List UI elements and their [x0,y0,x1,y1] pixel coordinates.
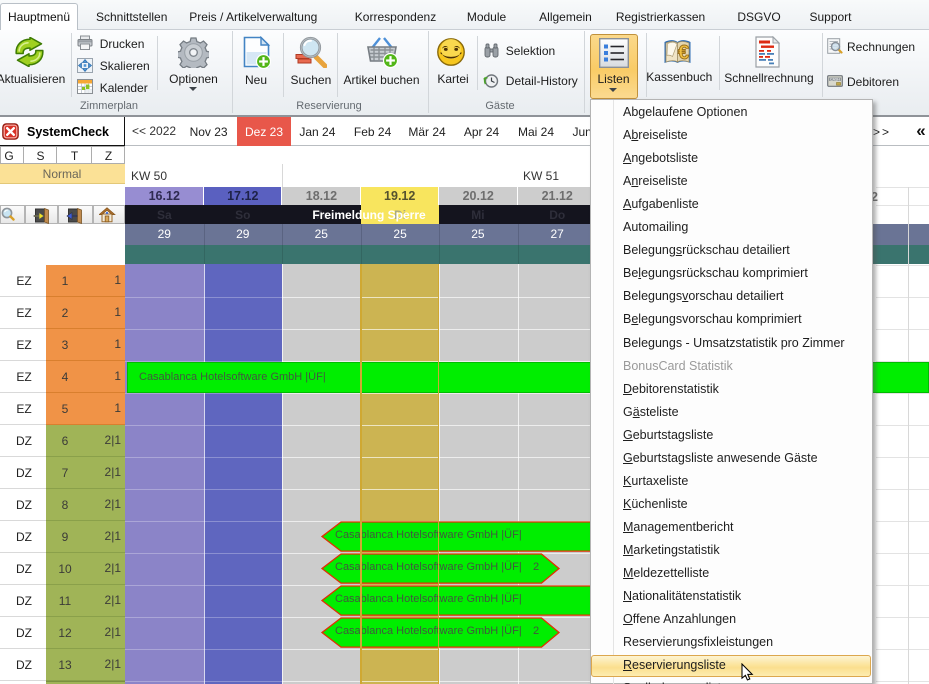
svg-text:CASH: CASH [830,77,840,81]
svg-text:€: € [678,42,689,64]
